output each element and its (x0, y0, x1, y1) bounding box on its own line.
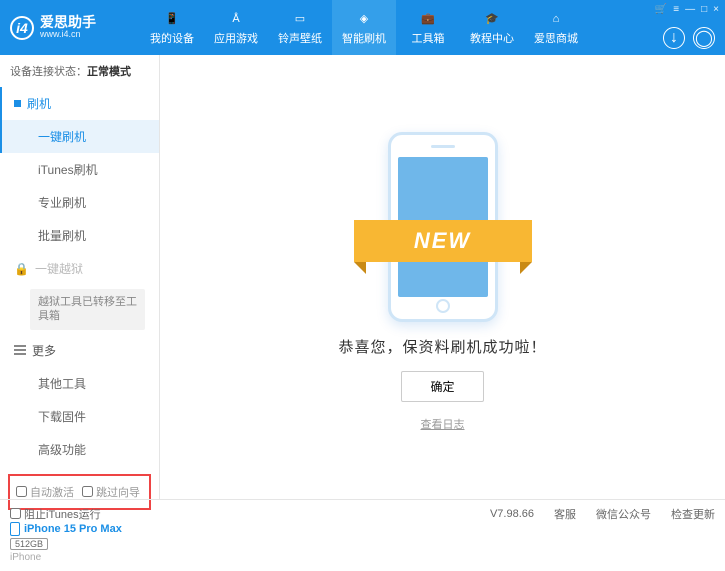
phone-illustration: NEW (378, 122, 508, 322)
jailbreak-notice: 越狱工具已转移至工具箱 (30, 289, 145, 330)
download-button[interactable]: ↓ (663, 27, 685, 49)
apps-icon: Å (227, 10, 245, 28)
sidebar-item-other[interactable]: 其他工具 (0, 367, 159, 400)
sidebar-item-download[interactable]: 下载固件 (0, 400, 159, 433)
wechat-link[interactable]: 微信公众号 (596, 506, 651, 522)
sidebar-item-oneclick[interactable]: 一键刷机 (0, 120, 159, 153)
success-message: 恭喜您，保资料刷机成功啦！ (338, 336, 546, 357)
footer: 阻止iTunes运行 V7.98.66 客服 微信公众号 检查更新 (0, 499, 725, 527)
sidebar-item-batch[interactable]: 批量刷机 (0, 219, 159, 252)
sidebar-item-pro[interactable]: 专业刷机 (0, 186, 159, 219)
cart-icon[interactable]: 🛒 (655, 4, 667, 15)
logo-icon: i4 (10, 16, 34, 40)
device-status: 设备连接状态：正常模式 (0, 55, 159, 87)
flash-icon: ◈ (355, 10, 373, 28)
lock-icon: 🔒 (14, 262, 29, 276)
toolbox-icon: 💼 (419, 10, 437, 28)
tab-my-device[interactable]: 📱我的设备 (140, 0, 204, 55)
maximize-button[interactable]: □ (701, 4, 707, 15)
skip-setup-checkbox[interactable]: 跳过向导 (82, 484, 140, 500)
tab-smart-flash[interactable]: ◈智能刷机 (332, 0, 396, 55)
sidebar: 设备连接状态：正常模式 刷机 一键刷机 iTunes刷机 专业刷机 批量刷机 🔒… (0, 55, 160, 499)
tab-store[interactable]: ⌂爱思商城 (524, 0, 588, 55)
tab-toolbox[interactable]: 💼工具箱 (396, 0, 460, 55)
section-more[interactable]: 更多 (0, 334, 159, 367)
tutorial-icon: 🎓 (483, 10, 501, 28)
more-icon (14, 345, 26, 355)
wallpaper-icon: ▭ (291, 10, 309, 28)
section-jailbreak: 🔒一键越狱 (0, 252, 159, 285)
sidebar-item-itunes[interactable]: iTunes刷机 (0, 153, 159, 186)
main-content: NEW 恭喜您，保资料刷机成功啦！ 确定 查看日志 (160, 55, 725, 499)
ok-button[interactable]: 确定 (401, 371, 483, 402)
sidebar-item-advanced[interactable]: 高级功能 (0, 433, 159, 466)
tab-tutorials[interactable]: 🎓教程中心 (460, 0, 524, 55)
device-icon: 📱 (163, 10, 181, 28)
logo: i4 爱思助手 www.i4.cn (10, 15, 140, 40)
menu-icon[interactable]: ≡ (673, 4, 679, 15)
window-controls: 🛒 ≡ — □ × (655, 4, 719, 15)
store-icon: ⌂ (547, 10, 565, 28)
nav-tabs: 📱我的设备 Å应用游戏 ▭铃声壁纸 ◈智能刷机 💼工具箱 🎓教程中心 ⌂爱思商城 (140, 0, 588, 55)
support-link[interactable]: 客服 (554, 506, 576, 522)
app-header: i4 爱思助手 www.i4.cn 📱我的设备 Å应用游戏 ▭铃声壁纸 ◈智能刷… (0, 0, 725, 55)
section-flash[interactable]: 刷机 (0, 87, 159, 120)
view-log-link[interactable]: 查看日志 (421, 416, 465, 432)
new-ribbon: NEW (354, 220, 532, 262)
block-itunes-checkbox[interactable]: 阻止iTunes运行 (10, 506, 101, 522)
logo-subtitle: www.i4.cn (40, 30, 96, 40)
logo-title: 爱思助手 (40, 15, 96, 30)
tab-ringtones[interactable]: ▭铃声壁纸 (268, 0, 332, 55)
update-link[interactable]: 检查更新 (671, 506, 715, 522)
profile-button[interactable]: ◯ (693, 27, 715, 49)
flash-section-icon (14, 100, 21, 107)
tab-apps[interactable]: Å应用游戏 (204, 0, 268, 55)
storage-badge: 512GB (10, 538, 48, 550)
auto-activate-checkbox[interactable]: 自动激活 (16, 484, 74, 500)
minimize-button[interactable]: — (685, 4, 695, 15)
close-button[interactable]: × (713, 4, 719, 15)
version-label: V7.98.66 (490, 508, 534, 520)
